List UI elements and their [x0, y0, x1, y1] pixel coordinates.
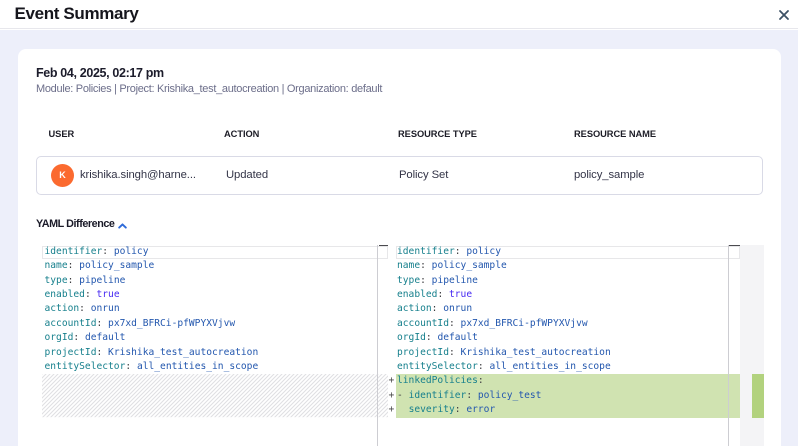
- close-icon[interactable]: [776, 7, 792, 23]
- diff-add-marker: +: [389, 389, 396, 403]
- code-line: name: policy_sample: [45, 259, 259, 273]
- diff-missing-lines-hatch: [42, 374, 388, 417]
- col-header-action: ACTION: [224, 129, 259, 139]
- modified-code: identifier: policyname: policy_sampletyp…: [397, 245, 611, 418]
- code-line: entitySelector: all_entities_in_scope: [45, 360, 259, 374]
- code-line: entitySelector: all_entities_in_scope: [397, 360, 611, 374]
- code-line: type: pipeline: [397, 274, 611, 288]
- code-line: enabled: true: [397, 288, 611, 302]
- code-line: orgId: default: [397, 331, 611, 345]
- col-header-resource-type: RESOURCE TYPE: [398, 129, 477, 139]
- cell-user: krishika.singh@harne...: [80, 169, 196, 181]
- cell-resource-name: policy_sample: [574, 169, 644, 181]
- col-header-user: USER: [49, 129, 75, 139]
- cell-resource-type: Policy Set: [399, 169, 448, 181]
- event-timestamp: Feb 04, 2025, 02:17 pm: [36, 66, 164, 80]
- code-line: orgId: default: [45, 331, 259, 345]
- code-line: accountId: px7xd_BFRCi-pfWPYXVjvw: [45, 317, 259, 331]
- code-line: identifier: policy: [397, 245, 611, 259]
- overview-ruler-insert-mark: [752, 374, 764, 417]
- diff-add-marker: +: [389, 403, 396, 417]
- yaml-difference-label[interactable]: YAML Difference: [36, 218, 114, 230]
- original-code: identifier: policyname: policy_sampletyp…: [45, 245, 259, 375]
- code-line: name: policy_sample: [397, 259, 611, 273]
- diff-overview-ruler[interactable]: [740, 245, 764, 446]
- diff-add-marker: +: [389, 374, 396, 388]
- code-line: projectId: Krishika_test_autocreation: [397, 346, 611, 360]
- modal-body: Feb 04, 2025, 02:17 pm Module: Policies …: [0, 30, 798, 446]
- cell-action: Updated: [226, 169, 268, 181]
- col-header-resource-name: RESOURCE NAME: [574, 129, 656, 139]
- chevron-up-icon[interactable]: [118, 223, 127, 229]
- code-line: action: onrun: [45, 302, 259, 316]
- overview-ruler-cursor-mark-modified: [729, 245, 740, 247]
- overview-ruler-border-original: [377, 245, 378, 446]
- code-line: projectId: Krishika_test_autocreation: [45, 346, 259, 360]
- yaml-diff-editor[interactable]: identifier: policyname: policy_sampletyp…: [36, 245, 764, 446]
- modal-header: Event Summary: [0, 0, 798, 29]
- code-line: - identifier: policy_test: [397, 389, 611, 403]
- overview-ruler-border-modified: [728, 245, 729, 446]
- code-line: identifier: policy: [45, 245, 259, 259]
- code-line: linkedPolicies:: [397, 374, 611, 388]
- avatar: K: [51, 164, 74, 187]
- event-meta: Module: Policies | Project: Krishika_tes…: [36, 83, 382, 95]
- modal-title: Event Summary: [15, 4, 139, 24]
- code-line: enabled: true: [45, 288, 259, 302]
- overview-ruler-cursor-mark-original: [379, 245, 389, 247]
- diff-pane-original: identifier: policyname: policy_sampletyp…: [36, 245, 388, 446]
- event-summary-modal: Event Summary Feb 04, 2025, 02:17 pm Mod…: [0, 0, 798, 446]
- code-line: action: onrun: [397, 302, 611, 316]
- code-line: accountId: px7xd_BFRCi-pfWPYXVjvw: [397, 317, 611, 331]
- event-card: Feb 04, 2025, 02:17 pm Module: Policies …: [18, 49, 781, 446]
- code-line: type: pipeline: [45, 274, 259, 288]
- code-line: severity: error: [397, 403, 611, 417]
